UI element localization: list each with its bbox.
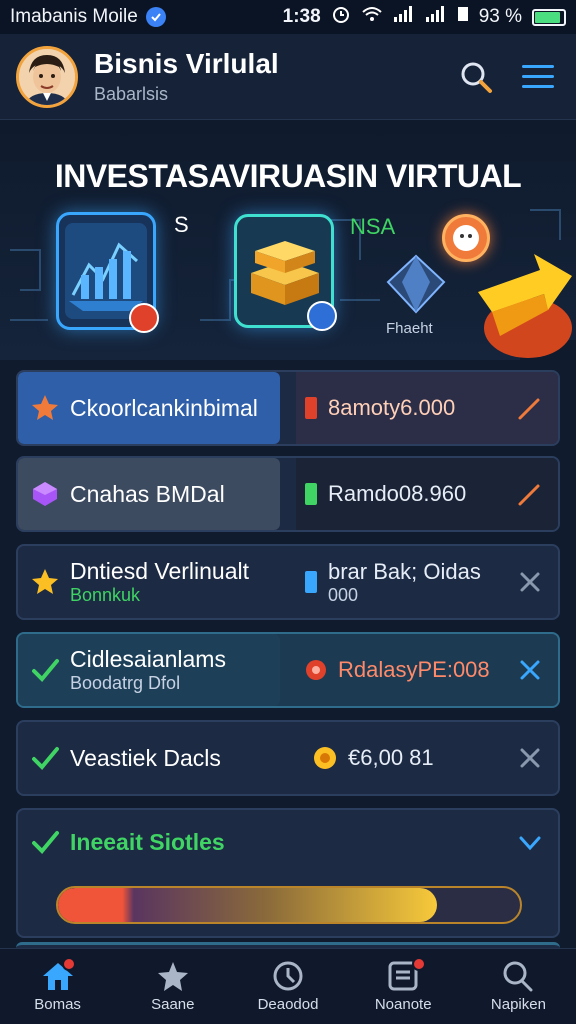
status-bar: Imabanis Moile 1:38 93 %: [0, 0, 576, 34]
nav-notes[interactable]: Noanote: [346, 949, 461, 1024]
nav-home-label: Bomas: [34, 996, 81, 1013]
battery-full-icon: [305, 483, 317, 505]
checkmark-icon-3: [30, 827, 60, 857]
search-button[interactable]: [454, 55, 498, 99]
wifi-icon: [361, 5, 383, 29]
alarm-icon: [331, 4, 351, 30]
gem-icon: [30, 479, 60, 509]
edit-icon-2[interactable]: [516, 480, 544, 508]
chevron-down-icon[interactable]: [516, 830, 544, 858]
clock-nav-icon: [273, 961, 303, 991]
card-5-left: Veastiek Dacls: [18, 722, 280, 794]
card-1-value: 8amoty6.000: [328, 395, 456, 420]
nav-star[interactable]: Saane: [115, 949, 230, 1024]
nav-history[interactable]: Deaodod: [230, 949, 345, 1024]
signal-icon-2: [425, 5, 447, 29]
battery-low-icon: [305, 397, 317, 419]
investment-card-1[interactable]: Ckoorlcankinbimal 8amoty6.000: [16, 370, 560, 446]
battery-percent: 93 %: [478, 6, 522, 27]
search-icon: [461, 62, 492, 93]
hero-label-nsa: NSA: [350, 214, 396, 239]
app-header: Bisnis Virlulal Babarlsis: [0, 34, 576, 120]
card-2-value: Ramdo08.960: [328, 481, 467, 506]
diamond-tile[interactable]: [384, 252, 448, 316]
app-title: Bisnis Virlulal: [94, 48, 279, 79]
hero-label-fracht: Fhaeht: [386, 320, 433, 337]
notification-badge-2: [411, 957, 426, 971]
nav-star-label: Saane: [151, 996, 195, 1013]
nav-search-label: Napiken: [490, 996, 546, 1013]
search-nav-icon: [503, 961, 533, 992]
card-6-left: Ineeait Siotles: [18, 810, 318, 874]
investment-card-2[interactable]: Cnahas BMDal Ramdo08.960: [16, 456, 560, 532]
diamond-icon: [386, 254, 446, 314]
card-1-title: Ckoorlcankinbimal: [70, 394, 258, 421]
tile-badge-icon: [129, 303, 159, 333]
nav-notes-label: Noanote: [374, 996, 432, 1013]
card-4-subtitle: Boodatrg Dfol: [70, 673, 181, 693]
checkmark-icon-2: [30, 743, 60, 773]
card-5-value: €6,00 81: [348, 745, 434, 770]
verified-icon: [145, 7, 166, 27]
checkmark-icon: [30, 655, 60, 685]
card-1-left: Ckoorlcankinbimal: [18, 372, 280, 444]
battery-icon: [532, 8, 566, 26]
hero-headline: INVESTASAVIRUASIN VIRTUAL: [54, 158, 522, 194]
signal-icon: [393, 5, 415, 29]
record-icon: [306, 660, 326, 680]
bottom-nav: Bomas Saane Deaodod Noanote Napiken: [0, 948, 576, 1024]
sim-icon: [457, 6, 469, 28]
progress-fill: [58, 888, 437, 922]
card-5-title: Veastiek Dacls: [70, 744, 221, 771]
investment-card-6[interactable]: Ineeait Siotles: [16, 808, 560, 938]
coin-small-icon: [314, 747, 336, 769]
carrier-name: Imabanis Moile: [10, 6, 138, 27]
close-icon-2[interactable]: [516, 656, 544, 684]
progress-track: [56, 886, 522, 924]
menu-button[interactable]: [516, 55, 560, 99]
card-3-subtitle: Bonnkuk: [70, 585, 141, 605]
hamburger-icon: [522, 64, 554, 88]
card-3-title: Dntiesd Verlinualt: [70, 558, 249, 584]
chart-tile[interactable]: [56, 212, 159, 333]
battery-blue-icon: [305, 571, 317, 593]
card-2-left: Cnahas BMDal: [18, 458, 280, 530]
card-6-title: Ineeait Siotles: [70, 828, 225, 855]
avatar[interactable]: [16, 45, 78, 108]
card-3-left: Dntiesd Verlinualt Bonnkuk: [18, 546, 298, 618]
nav-history-label: Deaodod: [257, 996, 319, 1013]
card-2-title: Cnahas BMDal: [70, 480, 225, 507]
gold-tile[interactable]: [234, 214, 337, 331]
notification-badge: [62, 957, 76, 971]
star-nav-icon: [157, 962, 188, 991]
star-icon-gold: [30, 567, 60, 597]
card-4-value: RdalasyPE:008: [338, 657, 490, 682]
investment-card-4[interactable]: Cidlesaianlams Boodatrg Dfol RdalasyPE:0…: [16, 632, 560, 708]
card-3-value: brar Bak; Oidas: [328, 558, 481, 584]
close-icon-3[interactable]: [516, 744, 544, 772]
growth-arrow-icon: [470, 240, 576, 360]
investment-card-5[interactable]: Veastiek Dacls €6,00 81: [16, 720, 560, 796]
nav-home[interactable]: Bomas: [0, 949, 115, 1024]
edit-icon[interactable]: [516, 394, 544, 422]
clock-time: 1:38: [282, 6, 321, 27]
tile-badge-icon-2: [307, 301, 337, 331]
nav-search[interactable]: Napiken: [461, 949, 576, 1024]
investment-card-3[interactable]: Dntiesd Verlinualt Bonnkuk brar Bak; Oid…: [16, 544, 560, 620]
close-icon[interactable]: [516, 568, 544, 596]
app-subtitle: Babarlsis: [94, 84, 169, 104]
star-icon: [30, 393, 60, 423]
card-4-title: Cidlesaianlams: [70, 646, 226, 672]
card-4-left: Cidlesaianlams Boodatrg Dfol: [18, 634, 280, 706]
hero-label-s: S: [174, 212, 189, 237]
hero-banner: INVESTASAVIRUASIN VIRTUAL S NSA Fhaeht: [0, 120, 576, 360]
card-3-value2: 000: [328, 584, 359, 605]
